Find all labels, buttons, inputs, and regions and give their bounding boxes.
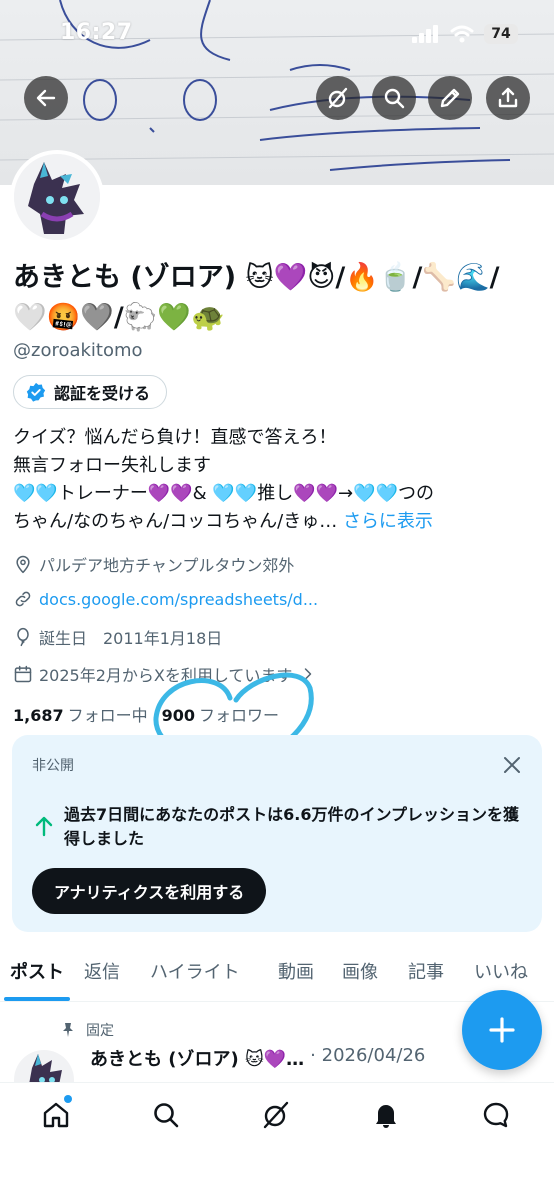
post-author-name: あきとも (ゾロア) 🐱💜… [90, 1049, 305, 1070]
chevron-right-icon [305, 668, 312, 680]
pin-icon [63, 1023, 73, 1037]
arrow-up-icon [35, 816, 53, 837]
tab-videos[interactable]: 動画 [268, 948, 332, 1001]
close-card-button[interactable] [500, 753, 524, 777]
location-row: パルデア地方チャンプルタウン郊外 [13, 552, 294, 576]
profile-name-line2: 🤍🤬🩶/🐑💚🐢 [13, 302, 225, 333]
grok-icon [328, 87, 348, 109]
bell-icon [376, 1105, 396, 1128]
link-icon [15, 591, 31, 607]
tab-articles[interactable]: 記事 [398, 948, 464, 1001]
share-icon [498, 87, 518, 108]
verified-badge-icon [26, 382, 46, 402]
analytics-button[interactable]: アナリティクスを利用する [32, 868, 267, 914]
status-time: 16:27 [60, 20, 133, 45]
private-label: 非公開 [32, 758, 74, 774]
nav-home[interactable] [38, 1095, 74, 1133]
share-button[interactable] [486, 76, 530, 120]
tab-highlights[interactable]: ハイライト [140, 948, 268, 1001]
profile-avatar[interactable] [10, 150, 104, 244]
back-button[interactable] [24, 76, 68, 120]
avatar-image [14, 154, 100, 240]
tab-media[interactable]: 画像 [332, 948, 398, 1001]
followers-stat[interactable]: 900 フォロワー [162, 702, 279, 726]
post-header[interactable]: あきとも (ゾロア) 🐱💜… · 2026/04/26 [90, 1045, 425, 1071]
edit-button[interactable] [428, 76, 472, 120]
get-verified-button[interactable]: 認証を受ける [13, 375, 168, 409]
arrow-left-icon [36, 89, 56, 107]
status-bar: 16:27 74 [0, 0, 554, 72]
pinned-label: 固定 [86, 1023, 114, 1039]
home-icon [43, 1102, 69, 1128]
search-icon [154, 1103, 179, 1128]
search-button[interactable] [372, 76, 416, 120]
get-verified-label: 認証を受ける [54, 384, 151, 403]
notification-dot [64, 1095, 72, 1103]
location-pin-icon [16, 555, 30, 574]
nav-search[interactable] [148, 1097, 184, 1133]
joined-text: 2025年2月からXを利用しています [39, 666, 293, 685]
wifi-icon [450, 25, 474, 43]
profile-name: あきとも (ゾロア) 🐱💜😈/🔥🍵/🦴🌊/ 🤍🤬🩶/🐑💚🐢 [13, 258, 548, 338]
bio-line-4: ちゃん/なのちゃん/コッコちゃん/きゅ… さらに表示 [13, 508, 543, 536]
battery-indicator: 74 [484, 24, 518, 44]
nav-notifications[interactable] [368, 1097, 404, 1133]
pinned-indicator: 固定 [60, 1020, 114, 1040]
nav-grok[interactable] [258, 1097, 294, 1133]
tab-replies[interactable]: 返信 [74, 948, 140, 1001]
calendar-icon [14, 665, 32, 683]
impressions-text: 過去7日間にあなたのポストは6.6万件のインプレッションを獲得しました [64, 805, 519, 848]
chat-bubble-icon [483, 1102, 509, 1128]
grok-icon [263, 1101, 289, 1129]
tab-posts[interactable]: ポスト [0, 948, 74, 1001]
close-icon [504, 757, 520, 773]
birthday-text: 誕生日 2011年1月18日 [39, 629, 223, 648]
bottom-navigation [0, 1082, 554, 1199]
post-date: · 2026/04/26 [310, 1045, 426, 1066]
analytics-card: 非公開 過去7日間にあなたのポストは6.6万件のインプレッションを獲得しました … [12, 735, 542, 932]
plus-icon [489, 1017, 515, 1043]
pencil-icon [440, 88, 460, 108]
profile-name-line1: あきとも (ゾロア) 🐱💜😈/🔥🍵/🦴🌊/ [13, 262, 500, 293]
show-more-link[interactable]: さらに表示 [343, 511, 433, 532]
profile-bio: クイズ？悩んだら負け！直感で答えろ！ 無言フォロー失礼します 🩵🩵トレーナー💜💜… [13, 424, 543, 536]
follow-stats: 1,687 フォロー中 900 フォロワー [13, 702, 279, 726]
bio-line-3: 🩵🩵トレーナー💜💜& 🩵🩵推し💜💜→🩵🩵つの [13, 483, 434, 504]
followers-count: 900 [161, 706, 196, 725]
signal-icon [412, 25, 438, 43]
balloon-icon [17, 627, 29, 647]
bio-line-1: クイズ？悩んだら負け！直感で答えろ！ [13, 427, 337, 448]
bio-line-2: 無言フォロー失礼します [13, 455, 211, 476]
link-row[interactable]: docs.google.com/spreadsheets/d... [13, 589, 318, 609]
search-icon [384, 88, 405, 109]
compose-button[interactable] [462, 990, 542, 1070]
following-label: フォロー中 [67, 706, 148, 725]
bio-line-4-text: ちゃん/なのちゃん/コッコちゃん/きゅ… [13, 511, 338, 532]
following-stat[interactable]: 1,687 フォロー中 [13, 702, 148, 726]
profile-tabs: ポスト 返信 ハイライト 動画 画像 記事 いいね [0, 948, 554, 1002]
grok-button[interactable] [316, 76, 360, 120]
birthday-row: 誕生日 2011年1月18日 [13, 625, 222, 649]
profile-link[interactable]: docs.google.com/spreadsheets/d... [39, 590, 318, 609]
following-count: 1,687 [13, 706, 64, 725]
status-icons: 74 [412, 24, 518, 44]
location-text: パルデア地方チャンプルタウン郊外 [39, 556, 295, 575]
nav-messages[interactable] [478, 1097, 514, 1133]
followers-label: フォロワー [199, 706, 280, 725]
profile-handle: @zoroakitomo [13, 340, 143, 361]
joined-row[interactable]: 2025年2月からXを利用しています [13, 662, 318, 686]
